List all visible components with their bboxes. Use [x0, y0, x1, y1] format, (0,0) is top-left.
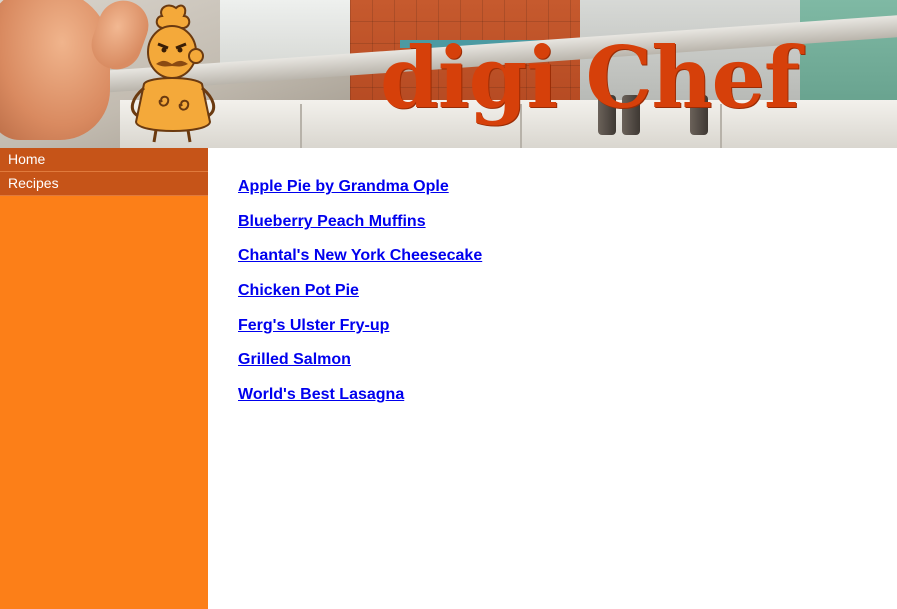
banner-cabinet-line [300, 104, 302, 148]
recipe-link-grilled-salmon[interactable]: Grilled Salmon [238, 349, 482, 371]
recipe-link-apple-pie[interactable]: Apple Pie by Grandma Ople [238, 176, 482, 198]
sidebar-item-home[interactable]: Home [0, 148, 208, 172]
sidebar-item-recipes[interactable]: Recipes [0, 172, 208, 196]
page: digi Chef Home Recipes Apple Pie by Gran… [0, 0, 897, 609]
sidebar: Home Recipes [0, 148, 208, 609]
recipe-link-lasagna[interactable]: World's Best Lasagna [238, 384, 482, 406]
recipe-link-chicken-pot-pie[interactable]: Chicken Pot Pie [238, 280, 482, 302]
site-logo[interactable]: digi Chef [380, 28, 800, 128]
recipe-link-blueberry-peach-muffins[interactable]: Blueberry Peach Muffins [238, 211, 482, 233]
hand-image [0, 0, 110, 140]
header-banner: digi Chef [0, 0, 897, 148]
recipe-list: Apple Pie by Grandma Ople Blueberry Peac… [238, 176, 482, 419]
recipe-link-cheesecake[interactable]: Chantal's New York Cheesecake [238, 245, 482, 267]
chef-mascot-icon [130, 4, 216, 143]
recipe-link-ulster-fry-up[interactable]: Ferg's Ulster Fry-up [238, 315, 482, 337]
